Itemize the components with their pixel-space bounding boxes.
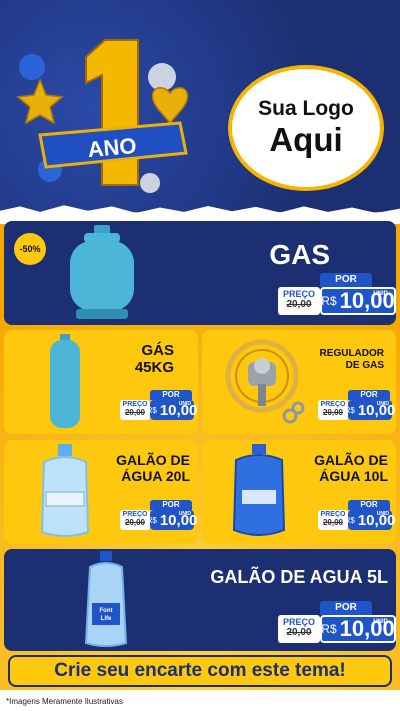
call-to-action-banner: Crie seu encarte com este tema! [8,655,392,687]
product-name: REGULADOR DE GAS [320,348,384,371]
unit-label: UNID [376,511,389,517]
logo-placeholder: Sua Logo Aqui [228,65,384,191]
disclaimer-text: *Imagens Meramente Ilustrativas [6,697,123,706]
product-name-line2: DE GAS [345,359,384,371]
price-tag: POR PREÇO 20,00 R$ 10,00 UNID [318,500,395,530]
por-label: POR [348,500,390,510]
preco-box: PREÇO 20,00 [318,510,348,530]
current-price: R$ 10,00 UNID [146,400,197,420]
currency-symbol: R$ [344,515,355,525]
product-name-line1: REGULADOR [319,348,384,359]
product-card-water-5l: Font Life GALÃO DE AGUA 5L POR PREÇO 20,… [4,549,396,651]
product-name-line2: ÁGUA 10L [319,468,388,485]
product-name: GALÃO DE AGUA 5L [210,567,388,587]
currency-symbol: R$ [321,294,337,308]
tall-gas-cylinder-image [50,334,80,428]
product-name: GALÃO DE ÁGUA 10L [314,452,388,484]
anniversary-artwork: 1 ANO [16,39,189,193]
balloon-icon [148,63,176,91]
currency-symbol: R$ [344,405,355,415]
preco-box: PREÇO 20,00 [318,400,348,420]
unit-label: UNID [178,401,191,407]
product-name: GAS [269,239,330,270]
water-bottle-5l-image: Font Life [84,551,128,647]
product-name-line2: ÁGUA 20L [121,468,190,485]
unit-label: UNID [376,401,389,407]
gas-cylinder-image [70,225,134,319]
product-name: GALÃO DE ÁGUA 20L [116,452,190,484]
anniversary-word: ANO [87,133,138,162]
por-label: POR [150,390,192,400]
preco-box: PREÇO 20,00 [120,400,150,420]
logo-text-line2: Aqui [269,121,343,158]
old-price: 20,00 [322,408,344,417]
preco-label: PREÇO [122,511,148,518]
product-name-line1: GÁS [141,342,174,359]
product-card-regulator: REGULADOR DE GAS POR PREÇO 20,00 R$ 10,0… [202,330,396,434]
product-card-water-10l: GALÃO DE ÁGUA 10L POR PREÇO 20,00 R$ 10,… [202,440,396,544]
product-card-gas-45kg: GÁS 45KG POR PREÇO 20,00 R$ 10,00 UNID [4,330,198,434]
current-price: R$ 10,00 UNID [344,510,395,530]
current-price: R$ 10,00 UNID [320,615,396,643]
price-tag: POR PREÇO 20,00 R$ 10,00 UNID [278,601,398,643]
preco-label: PREÇO [122,401,148,408]
por-label: POR [150,500,192,510]
product-name-line1: GALÃO DE [314,452,388,468]
current-price: R$ 10,00 UNID [344,400,395,420]
price-tag: POR PREÇO 20,00 R$ 10,00 UNID [120,500,197,530]
old-price: 20,00 [286,627,312,638]
currency-symbol: R$ [146,515,157,525]
product-name-line2: 45KG [134,359,174,377]
old-price: 20,00 [322,518,344,527]
product-name-line1: GALÃO DE [116,452,190,468]
price-tag: POR PREÇO 20,00 R$ 10,00 UNID [120,390,197,420]
preco-label: PREÇO [282,289,315,299]
preco-box: PREÇO 20,00 [278,615,320,643]
preco-box: PREÇO 20,00 [278,287,320,315]
preco-label: PREÇO [320,401,346,408]
balloon-icon [140,173,160,193]
product-card-water-20l: GALÃO DE ÁGUA 20L POR PREÇO 20,00 R$ 10,… [4,440,198,544]
bottle-brand-line1: Font [100,608,113,614]
old-price: 20,00 [124,408,146,417]
currency-symbol: R$ [146,405,157,415]
water-jug-20l-image [40,444,90,537]
preco-box: PREÇO 20,00 [120,510,150,530]
unit-label: UNID [178,511,191,517]
por-label: POR [320,601,372,615]
unit-label: UNID [373,619,388,625]
star-icon [16,77,64,125]
old-price: 20,00 [124,518,146,527]
old-price: 20,00 [286,299,312,310]
heart-balloon-icon [151,87,189,125]
preco-label: PREÇO [282,617,315,627]
por-label: POR [348,390,390,400]
preco-label: PREÇO [320,511,346,518]
current-price: R$ 10,00 UNID [320,287,396,315]
por-label: POR [320,273,372,287]
unit-label: UNID [373,291,388,297]
discount-badge: -50% [14,233,46,265]
balloon-icon [19,54,45,80]
price-tag: POR PREÇO 20,00 R$ 10,00 UNID [318,390,395,420]
price-tag: POR PREÇO 20,00 R$ 10,00 UNID [278,273,398,315]
bottle-brand-line2: Life [101,616,112,622]
gas-regulator-image [225,339,305,424]
current-price: R$ 10,00 UNID [146,510,197,530]
product-name: GÁS 45KG [135,342,174,377]
logo-text-line1: Sua Logo [258,97,354,120]
product-card-gas: -50% GAS POR PREÇO 20,00 R$ 10,00 UNID [4,221,396,325]
currency-symbol: R$ [321,622,337,636]
water-jug-10l-image [232,444,286,536]
